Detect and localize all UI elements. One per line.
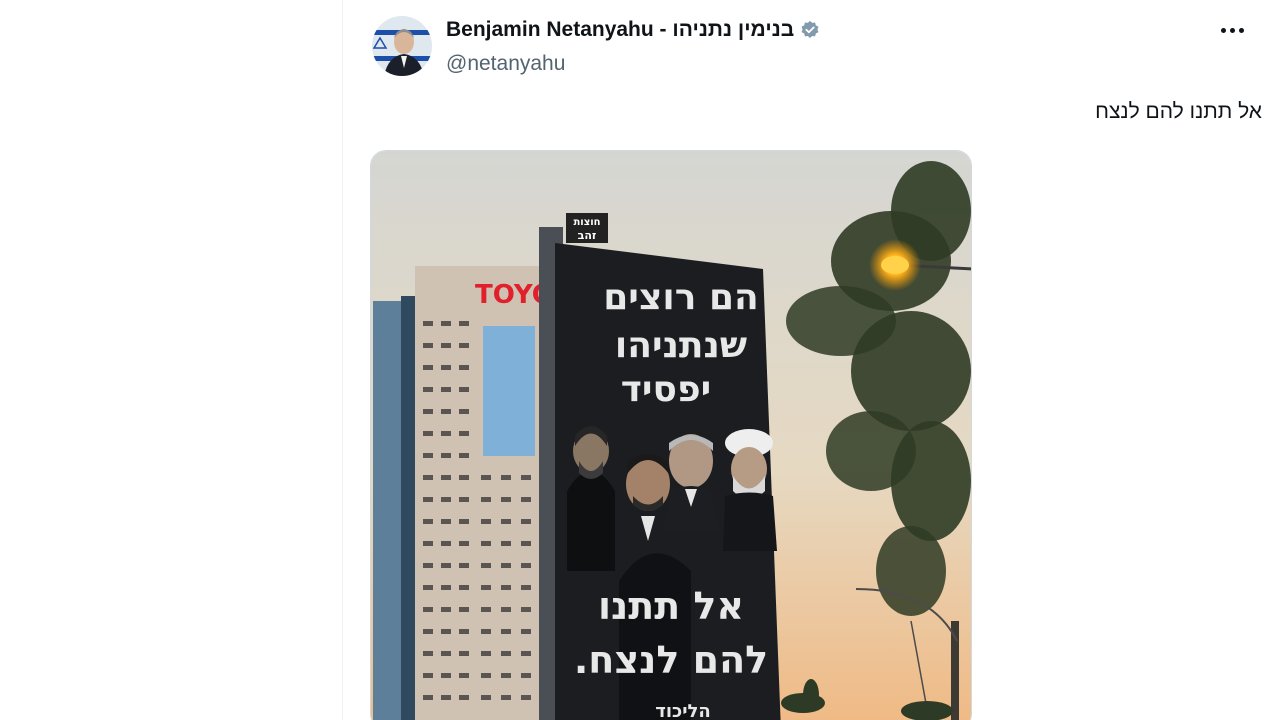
avatar[interactable] [372, 16, 432, 76]
billboard: חוצות זהב הם רוצים שנתניהו יפסיד אל תתנו… [539, 213, 781, 720]
billboard-headline-line2: שנתניהו [615, 325, 747, 366]
billboard-slogan-line1: אל תתנו [598, 584, 744, 628]
author-display-name[interactable]: Benjamin Netanyahu - בנימין נתניהו [446, 18, 794, 42]
author-handle[interactable]: @netanyahu [446, 52, 565, 76]
verified-badge-icon[interactable] [800, 20, 820, 40]
rooftop-sign-line2: זהב [578, 229, 597, 242]
billboard-logo: הליכוד [655, 701, 711, 720]
author-name-row: Benjamin Netanyahu - בנימין נתניהו [446, 18, 820, 42]
rooftop-sign-line1: חוצות [573, 217, 600, 228]
glass-tower [373, 296, 419, 720]
left-column [0, 0, 343, 720]
tweet-photo[interactable]: TOYO חוצות זהב הם רוצים שנתניהו יפסיד אל… [370, 150, 972, 720]
tweet: Benjamin Netanyahu - בנימין נתניהו @neta… [344, 0, 1280, 720]
office-tower: TOYO [415, 266, 554, 720]
billboard-headline-line3: יפסיד [621, 369, 712, 410]
more-options-icon[interactable] [1214, 18, 1250, 42]
tweet-text: אל תתנו להם לנצח [1095, 100, 1262, 123]
billboard-headline-line1: הם רוצים [603, 277, 759, 318]
billboard-slogan-line2: להם לנצח. [574, 638, 768, 682]
